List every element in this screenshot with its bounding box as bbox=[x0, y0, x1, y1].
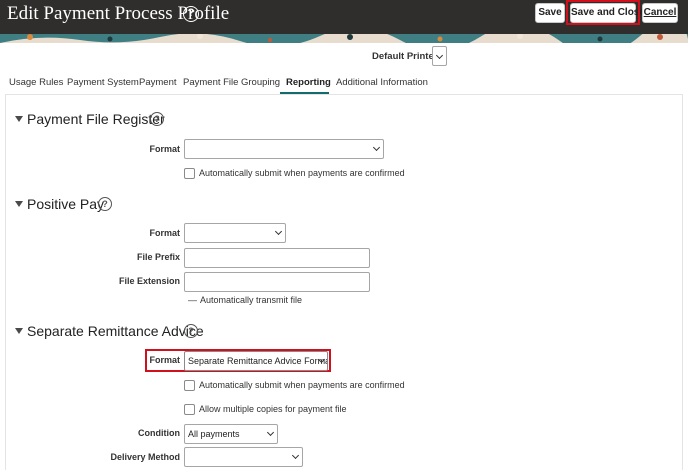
chevron-down-icon bbox=[291, 451, 300, 460]
default-printer-label: Default Printer bbox=[372, 51, 438, 62]
section-title-separate-remittance-advice: Separate Remittance Advice bbox=[27, 323, 204, 339]
delivery-method-select[interactable] bbox=[184, 447, 303, 467]
format-label: Format bbox=[149, 144, 180, 154]
file-extension-input[interactable] bbox=[184, 272, 370, 292]
tab-additional-information[interactable]: Additional Information bbox=[336, 77, 428, 88]
remittance-format-select[interactable]: Separate Remittance Advice Format bbox=[184, 351, 328, 371]
help-icon[interactable]: ? bbox=[184, 324, 198, 338]
auto-transmit-marker: — bbox=[188, 295, 197, 305]
collapse-icon[interactable] bbox=[15, 328, 23, 334]
format-label: Format bbox=[149, 228, 180, 238]
tab-usage-rules[interactable]: Usage Rules bbox=[9, 77, 63, 88]
file-prefix-input[interactable] bbox=[184, 248, 370, 268]
positive-pay-format-select[interactable] bbox=[184, 223, 286, 243]
save-and-close-highlight bbox=[566, 0, 640, 25]
auto-submit-checkbox[interactable] bbox=[184, 380, 195, 391]
condition-value: All payments bbox=[188, 429, 240, 439]
multiple-copies-label: Allow multiple copies for payment file bbox=[199, 404, 347, 414]
format-label: Format bbox=[149, 355, 180, 365]
auto-transmit-label: Automatically transmit file bbox=[200, 295, 303, 305]
auto-submit-label: Automatically submit when payments are c… bbox=[199, 380, 405, 390]
section-title-positive-pay: Positive Pay bbox=[27, 196, 105, 212]
default-printer-dropdown[interactable] bbox=[432, 46, 447, 66]
decorative-banner bbox=[0, 34, 688, 43]
tab-payment[interactable]: Payment bbox=[139, 77, 177, 88]
chevron-down-icon bbox=[274, 227, 283, 236]
tab-bar: Usage Rules Payment System Payment Payme… bbox=[0, 71, 688, 95]
delivery-method-label: Delivery Method bbox=[110, 452, 180, 462]
cancel-button[interactable]: Cancel bbox=[642, 3, 678, 23]
help-icon[interactable]: ? bbox=[98, 197, 112, 211]
tab-reporting[interactable]: Reporting bbox=[286, 77, 331, 88]
banner-pattern-icon bbox=[0, 34, 688, 43]
chevron-down-icon bbox=[266, 428, 275, 437]
help-icon[interactable]: ? bbox=[150, 112, 164, 126]
condition-label: Condition bbox=[138, 428, 180, 438]
auto-submit-checkbox[interactable] bbox=[184, 168, 195, 179]
auto-submit-label: Automatically submit when payments are c… bbox=[199, 168, 405, 178]
tab-grouping[interactable]: Grouping bbox=[241, 77, 280, 88]
format-value: Separate Remittance Advice Format bbox=[188, 356, 328, 366]
tab-payment-file[interactable]: Payment File bbox=[183, 77, 238, 88]
file-prefix-label: File Prefix bbox=[136, 252, 180, 262]
help-icon[interactable]: ? bbox=[183, 6, 199, 22]
chevron-down-icon bbox=[435, 51, 444, 60]
save-button[interactable]: Save bbox=[535, 3, 565, 23]
collapse-icon[interactable] bbox=[15, 201, 23, 207]
tab-payment-system[interactable]: Payment System bbox=[67, 77, 139, 88]
collapse-icon[interactable] bbox=[15, 116, 23, 122]
section-title-payment-file-register: Payment File Register bbox=[27, 111, 165, 127]
chevron-down-icon bbox=[372, 143, 381, 152]
file-extension-label: File Extension bbox=[118, 276, 180, 286]
title-bar: Edit Payment Process Profile ? Save Save… bbox=[0, 0, 688, 34]
payment-file-register-format-select[interactable] bbox=[184, 139, 384, 159]
condition-select[interactable]: All payments bbox=[184, 424, 278, 444]
multiple-copies-checkbox[interactable] bbox=[184, 404, 195, 415]
